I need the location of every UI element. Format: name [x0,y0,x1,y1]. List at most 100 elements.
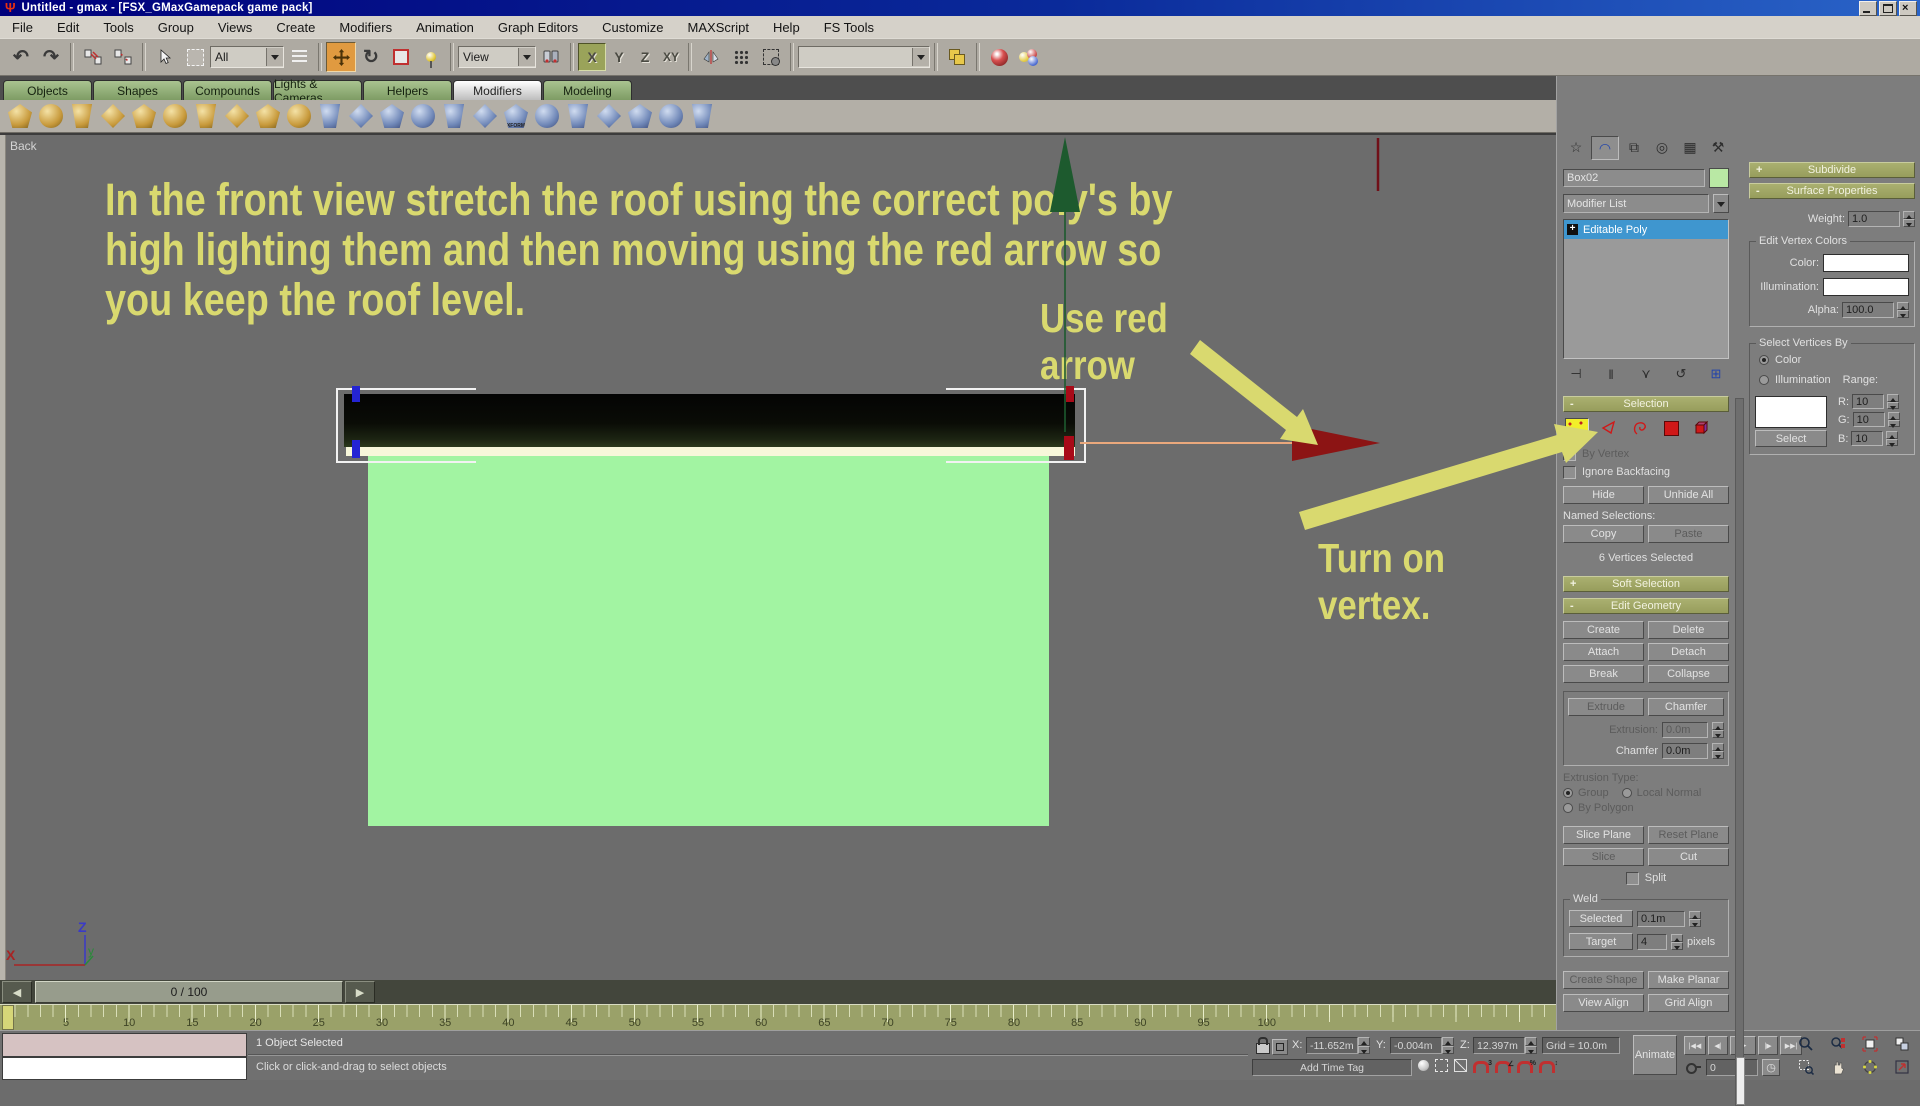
modifier-icon[interactable] [411,104,435,128]
current-frame-field[interactable]: 0 [1706,1059,1758,1076]
display-tab-icon[interactable]: ▦ [1677,136,1703,158]
percent-snap-icon[interactable]: % [1517,1061,1533,1073]
create-button[interactable]: Create [1563,621,1644,639]
modify-tab-icon[interactable]: ◠ [1591,136,1619,160]
coord-z-spinner[interactable] [1525,1037,1537,1054]
coord-y-field[interactable]: -0.004m [1390,1037,1442,1054]
vertex-handle-blue[interactable] [352,440,360,458]
menu-item-animation[interactable]: Animation [404,20,486,35]
configure-modifier-sets-icon[interactable]: ⊞ [1703,364,1729,384]
box-object-body[interactable] [368,456,1049,826]
range-r-spinner[interactable] [1887,394,1899,409]
material-editor-icon[interactable] [1014,42,1044,72]
chamfer-spinner[interactable] [1712,743,1724,759]
align-icon[interactable] [756,42,786,72]
extrude-button[interactable]: Extrude [1568,698,1644,716]
modifier-icon[interactable] [349,104,373,128]
weight-field[interactable]: 1.0 [1848,211,1900,227]
create-tab-icon[interactable]: ☆ [1563,136,1589,158]
next-frame-button[interactable]: |▶ [1758,1036,1778,1055]
select-button[interactable]: Select [1755,430,1827,447]
select-and-move-icon[interactable] [326,42,356,72]
range-g-field[interactable]: 10 [1853,412,1885,427]
zoom-extents-all-icon[interactable] [1888,1034,1915,1054]
region-zoom-icon[interactable] [1792,1057,1819,1077]
remove-modifier-icon[interactable]: ↺ [1668,364,1694,384]
menu-item-help[interactable]: Help [761,20,812,35]
modifier-stack-item[interactable]: + Editable Poly [1564,220,1728,239]
detach-button[interactable]: Detach [1648,643,1729,661]
current-frame-marker[interactable] [2,1005,14,1030]
select-object-icon[interactable] [150,42,180,72]
restrict-z-button[interactable]: Z [632,44,658,70]
modifier-icon[interactable] [628,104,652,128]
tab-objects[interactable]: Objects [3,80,92,100]
attach-button[interactable]: Attach [1563,643,1644,661]
range-b-spinner[interactable] [1886,431,1898,446]
dropdown-arrow-icon[interactable] [266,48,283,66]
animate-button[interactable]: Animate [1633,1035,1677,1075]
split-checkbox[interactable]: Split [1563,871,1729,885]
min-max-toggle-icon[interactable] [1888,1057,1915,1077]
break-button[interactable]: Break [1563,665,1644,683]
weight-spinner[interactable] [1903,211,1915,227]
angle-snap-icon[interactable]: ∠ [1495,1061,1511,1073]
menu-item-graph-editors[interactable]: Graph Editors [486,20,590,35]
degradation-override-icon[interactable] [1418,1060,1429,1071]
named-selection-sets-dropdown[interactable] [798,46,930,68]
illumination-swatch[interactable] [1823,278,1909,296]
motion-tab-icon[interactable]: ◎ [1649,136,1675,158]
range-b-field[interactable]: 10 [1851,431,1883,446]
menu-item-customize[interactable]: Customize [590,20,675,35]
weld-target-button[interactable]: Target [1569,933,1633,950]
link-icon[interactable] [78,42,108,72]
select-by-color-radio[interactable] [1759,355,1769,365]
local-normal-radio[interactable] [1622,788,1632,798]
coord-x-spinner[interactable] [1358,1037,1370,1054]
delete-button[interactable]: Delete [1648,621,1729,639]
extrusion-spinner[interactable] [1712,722,1724,738]
modifier-icon[interactable] [597,104,621,128]
ignore-backfacing-checkbox[interactable]: Ignore Backfacing [1563,465,1729,479]
mirror-icon[interactable] [696,42,726,72]
zoom-icon[interactable] [1792,1034,1819,1054]
vertex-handle-red[interactable] [1064,436,1074,460]
zoom-all-icon[interactable] [1824,1034,1851,1054]
menu-item-group[interactable]: Group [146,20,206,35]
menu-item-modifiers[interactable]: Modifiers [327,20,404,35]
array-icon[interactable] [726,42,756,72]
hide-button[interactable]: Hide [1563,486,1644,504]
select-and-rotate-icon[interactable]: ↻ [356,42,386,72]
slice-plane-button[interactable]: Slice Plane [1563,826,1644,844]
selection-region-icon[interactable] [1435,1059,1448,1072]
menu-item-file[interactable]: File [0,20,45,35]
modifier-list-dropdown[interactable]: Modifier List [1563,194,1709,213]
group-radio[interactable] [1563,788,1573,798]
use-pivot-point-icon[interactable] [536,42,566,72]
modifier-stack[interactable]: + Editable Poly [1563,219,1729,359]
maximize-button[interactable] [1879,1,1897,16]
tab-shapes[interactable]: Shapes [93,80,182,100]
reference-coordinate-system-dropdown[interactable]: View [458,46,536,68]
cut-button[interactable]: Cut [1648,848,1729,866]
gizmo-x-arrowhead[interactable] [1292,425,1380,461]
crossing-selection-icon[interactable] [1454,1059,1467,1072]
weld-threshold-field[interactable]: 0.1m [1637,911,1685,927]
alpha-spinner[interactable] [1897,302,1909,318]
rectangular-selection-icon[interactable] [180,42,210,72]
select-by-illumination-radio[interactable] [1759,375,1769,385]
modifier-icon[interactable] [380,104,404,128]
track-bar[interactable]: 5101520253035404550556065707580859095100 [0,1004,1556,1030]
alpha-field[interactable]: 100.0 [1842,302,1894,318]
range-r-field[interactable]: 10 [1852,394,1884,409]
next-frame-arrow[interactable]: ▶ [345,981,375,1003]
scrollbar-thumb[interactable] [1736,1057,1745,1105]
soft-selection-rollout-header[interactable]: + Soft Selection [1563,576,1729,592]
selection-filter-dropdown[interactable]: All [210,46,284,68]
modifier-icon[interactable] [132,104,156,128]
select-by-name-icon[interactable] [284,42,314,72]
by-vertex-checkbox[interactable]: By Vertex [1563,447,1729,461]
menu-item-edit[interactable]: Edit [45,20,91,35]
weld-selected-button[interactable]: Selected [1569,910,1633,927]
menu-item-create[interactable]: Create [264,20,327,35]
